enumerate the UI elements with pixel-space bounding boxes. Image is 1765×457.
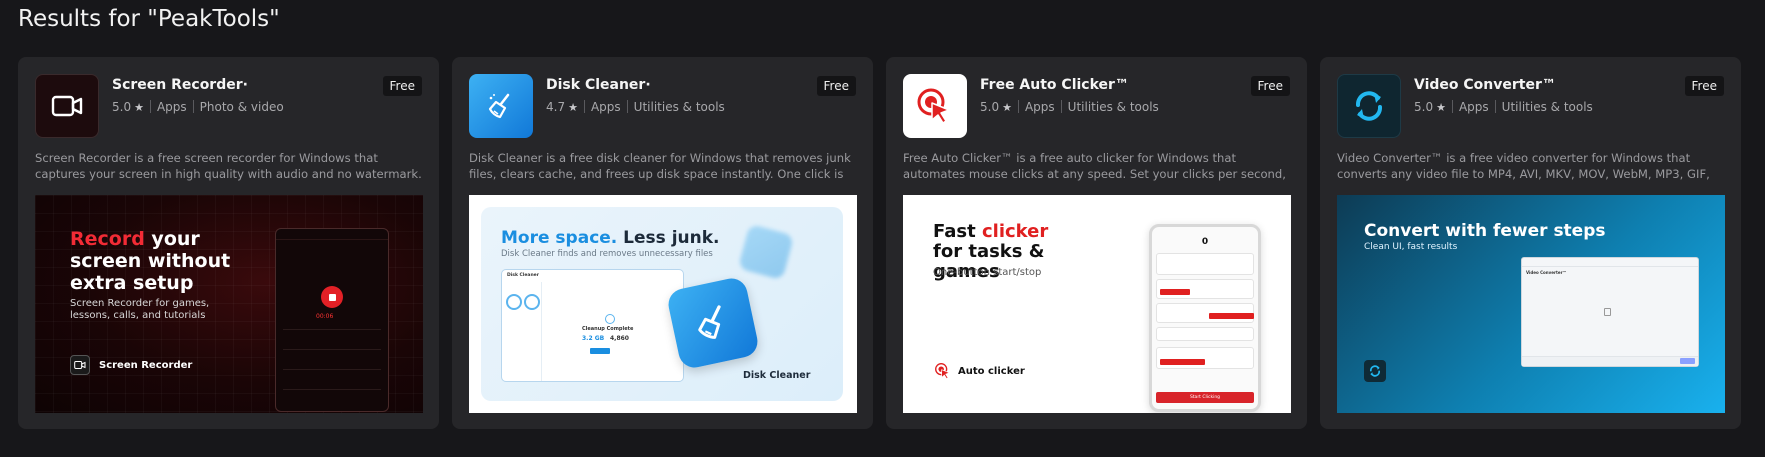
app-meta: 5.0 ★ Apps Photo & video [112,100,284,114]
app-preview-image: More space. Less junk. Disk Cleaner find… [469,195,857,413]
star-icon: ★ [568,101,578,114]
preview-subtitle: Clean UI, fast results [1364,242,1458,252]
app-meta: 4.7 ★ Apps Utilities & tools [546,100,725,114]
app-category: Utilities & tools [633,100,725,114]
star-icon: ★ [134,101,144,114]
preview-brand: Disk Cleaner [743,370,811,381]
app-meta: 5.0 ★ Apps Utilities & tools [1414,100,1593,114]
preview-subtitle: Disk Cleaner finds and removes unnecessa… [501,249,713,259]
cursor-click-icon [903,74,967,138]
convert-arrows-icon [1364,360,1386,382]
app-card-screen-recorder[interactable]: Screen Recorder· 5.0 ★ Apps Photo & video F… [18,57,439,429]
preview-subtitle: One-button start/stop [933,267,1042,278]
preview-brand: Auto clicker [933,361,1025,381]
preview-app-window: 0 Start Clicking [1149,224,1261,412]
app-type: Apps [1458,100,1489,114]
preview-app-window: 00:06 [275,228,389,412]
cursor-click-icon [935,363,951,380]
preview-app-window: Video Converter™ [1521,257,1699,367]
broom-icon [469,74,533,138]
rating-value: 4.7 [546,100,566,114]
preview-app-window: Disk Cleaner Cleanup Complete 3.2 GB 4,8… [501,269,684,382]
app-type: Apps [156,100,187,114]
app-description: Disk Cleaner is a free disk cleaner for … [469,151,851,181]
click-counter: 0 [1201,237,1209,247]
price-badge: Free [816,76,856,96]
app-title[interactable]: Video Converter™ [1414,77,1556,93]
star-icon: ★ [1002,101,1012,114]
app-category: Utilities & tools [1501,100,1593,114]
rating-value: 5.0 [980,100,1000,114]
app-card-auto-clicker[interactable]: Free Auto Clicker™ 5.0 ★ Apps Utilities & t… [886,57,1307,429]
app-description: Free Auto Clicker™ is a free auto clicke… [903,151,1286,181]
rating-value: 5.0 [1414,100,1434,114]
rating-value: 5.0 [112,100,132,114]
video-camera-icon [70,355,90,375]
record-timer: 00:06 [316,313,334,320]
app-description: Video Converter™ is a free video convert… [1337,151,1710,181]
preview-headline: More space. Less junk. [501,228,720,248]
convert-arrows-icon [1337,74,1401,138]
app-card-video-converter[interactable]: Video Converter™ 5.0 ★ Apps Utilities & too… [1320,57,1741,429]
preview-headline: Convert with fewer steps [1364,221,1606,241]
app-title[interactable]: Disk Cleaner· [546,77,651,93]
page-title: Results for "PeakTools" [18,6,280,32]
price-badge: Free [1250,76,1290,96]
app-meta: 5.0 ★ Apps Utilities & tools [980,100,1159,114]
app-description: Screen Recorder is a free screen recorde… [35,151,422,181]
app-title[interactable]: Free Auto Clicker™ [980,77,1129,93]
record-icon [321,286,343,308]
app-preview-image: Fast clicker for tasks & games One-button… [903,195,1291,413]
star-icon: ★ [1436,101,1446,114]
app-title[interactable]: Screen Recorder· [112,77,248,93]
video-camera-icon [35,74,99,138]
app-preview-image: Record your screen without extra setup S… [35,195,423,413]
start-clicking-button: Start Clicking [1156,392,1254,403]
preview-headline: Record your screen without extra setup [70,228,231,294]
app-category: Photo & video [199,100,284,114]
broom-icon [665,275,761,371]
app-category: Utilities & tools [1067,100,1159,114]
preview-brand: Screen Recorder [70,355,192,375]
app-preview-image: Convert with fewer steps Clean UI, fast … [1337,195,1725,413]
app-type: Apps [590,100,621,114]
app-type: Apps [1024,100,1055,114]
app-card-disk-cleaner[interactable]: Disk Cleaner· 4.7 ★ Apps Utilities & tools … [452,57,873,429]
preview-subtitle: Screen Recorder for games, lessons, call… [70,298,210,321]
price-badge: Free [382,76,422,96]
price-badge: Free [1684,76,1724,96]
